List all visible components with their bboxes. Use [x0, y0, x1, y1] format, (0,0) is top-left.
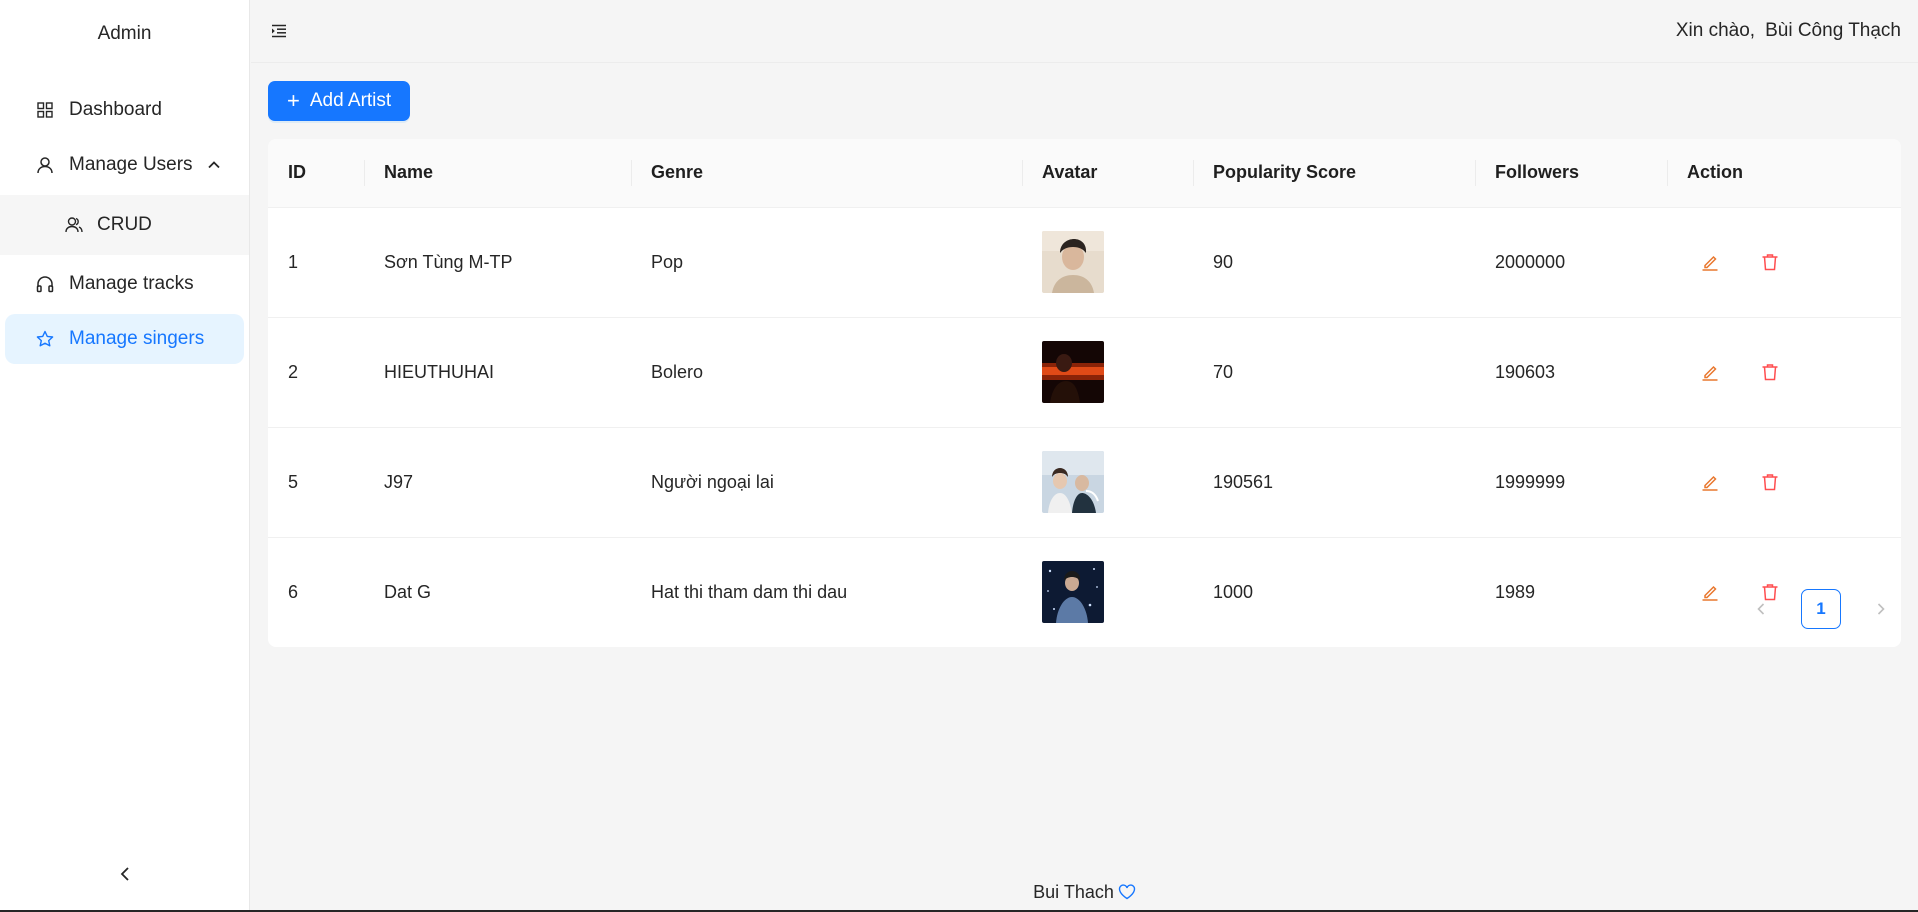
artist-avatar — [1042, 561, 1104, 624]
sidebar-item-label: Manage Users — [69, 154, 193, 175]
team-icon — [64, 215, 84, 235]
column-header-avatar: Avatar — [1022, 139, 1193, 208]
column-header-genre: Genre — [631, 139, 1022, 208]
artist-avatar — [1042, 451, 1104, 513]
plus-icon: + — [287, 88, 300, 113]
cell-id: 6 — [288, 581, 299, 602]
main-content: + Add Artist ID Name Genre Avatar Popula… — [268, 81, 1901, 647]
cell-actions — [1667, 207, 1901, 318]
dashboard-icon — [34, 99, 56, 121]
table-row: 6 Dat G Hat thi tham dam thi dau 1000 19… — [268, 537, 1901, 647]
artist-avatar — [1042, 341, 1104, 403]
table-row: 5 J97 Người ngoại lai 190561 1999999 — [268, 427, 1901, 538]
cell-avatar — [1022, 317, 1193, 428]
footer: Bui Thach — [251, 872, 1918, 912]
cell-genre: Pop — [631, 207, 1022, 318]
pagination-page-current[interactable]: 1 — [1801, 589, 1841, 629]
pagination-next-button[interactable] — [1861, 589, 1901, 629]
add-artist-label: Add Artist — [309, 90, 392, 111]
column-header-popularity: Popularity Score — [1193, 139, 1475, 208]
cell-id: 2 — [268, 317, 364, 428]
cell-avatar — [1022, 537, 1193, 647]
column-header-id: ID — [268, 139, 364, 208]
cell-actions — [1667, 317, 1901, 428]
user-name[interactable]: Bùi Công Thạch — [1765, 20, 1901, 41]
table-header-row: ID Name Genre Avatar Popularity Score Fo… — [268, 139, 1901, 208]
sidebar-item-manage-users[interactable]: Manage Users — [5, 140, 244, 190]
table-row: 2 HIEUTHUHAI Bolero 70 190603 — [268, 317, 1901, 428]
cell-popularity: 190561 — [1193, 427, 1475, 538]
delete-icon[interactable] — [1759, 471, 1781, 493]
cell-popularity: 70 — [1193, 317, 1475, 428]
cell-name: Sơn Tùng M-TP — [364, 207, 631, 318]
sidebar-item-manage-singers[interactable]: Manage singers — [5, 314, 244, 364]
chevron-right-icon — [1877, 603, 1885, 615]
column-header-action: Action — [1667, 139, 1901, 208]
chevron-left-icon — [1757, 603, 1765, 615]
edit-icon[interactable] — [1699, 251, 1721, 273]
sidebar: Admin Dashboard Manage Users CRUD Manage… — [0, 0, 250, 912]
add-artist-button[interactable]: + Add Artist — [268, 81, 411, 121]
sidebar-item-crud[interactable]: CRUD — [0, 195, 249, 255]
cell-popularity: 90 — [1193, 207, 1475, 318]
sidebar-item-label: CRUD — [97, 214, 152, 235]
cell-id: 5 — [268, 427, 364, 538]
cell-genre: Người ngoại lai — [631, 427, 1022, 538]
column-header-name: Name — [364, 139, 631, 208]
cell-name: HIEUTHUHAI — [364, 317, 631, 428]
sidebar-collapse-button[interactable] — [0, 856, 250, 896]
cell-genre: Bolero — [631, 317, 1022, 428]
chevron-up-icon — [206, 157, 222, 173]
cell-id: 1 — [268, 207, 364, 318]
pagination-prev-button[interactable] — [1741, 589, 1781, 629]
delete-icon[interactable] — [1759, 361, 1781, 383]
cell-avatar — [1022, 207, 1193, 318]
cell-name: J97 — [364, 427, 631, 538]
cell-popularity: 1000 — [1213, 581, 1254, 602]
footer-text: Bui Thach — [1033, 881, 1114, 902]
cell-actions — [1667, 427, 1901, 538]
cell-name: Dat G — [384, 581, 432, 602]
artists-table: ID Name Genre Avatar Popularity Score Fo… — [268, 139, 1901, 647]
sidebar-item-label: Manage singers — [69, 328, 205, 349]
user-icon — [34, 154, 56, 176]
edit-icon[interactable] — [1699, 581, 1721, 603]
chevron-left-icon — [118, 866, 132, 887]
cell-followers: 190603 — [1475, 317, 1667, 428]
greeting-text: Xin chào, — [1675, 20, 1756, 41]
sidebar-item-label: Manage tracks — [69, 273, 194, 294]
edit-icon[interactable] — [1699, 471, 1721, 493]
cell-avatar — [1022, 427, 1193, 538]
top-header: Xin chào, Bùi Công Thạch — [251, 0, 1918, 63]
edit-icon[interactable] — [1699, 361, 1721, 383]
menu-fold-icon[interactable] — [268, 20, 290, 42]
artist-avatar — [1042, 231, 1104, 293]
sidebar-item-dashboard[interactable]: Dashboard — [5, 85, 244, 135]
star-icon — [34, 328, 56, 350]
table-row: 1 Sơn Tùng M-TP Pop 90 2000000 — [268, 207, 1901, 318]
headphones-icon — [34, 273, 56, 295]
sidebar-menu: Dashboard Manage Users CRUD Manage track… — [0, 68, 249, 364]
cell-followers: 1999999 — [1475, 427, 1667, 538]
pagination: 1 — [1741, 589, 1901, 629]
cell-followers: 2000000 — [1475, 207, 1667, 318]
user-greeting: Xin chào, Bùi Công Thạch — [1676, 20, 1901, 42]
cell-genre: Hat thi tham dam thi dau — [651, 581, 848, 602]
delete-icon[interactable] — [1759, 251, 1781, 273]
heart-icon — [1118, 884, 1136, 900]
cell-followers: 1989 — [1495, 581, 1536, 602]
app-root: Admin Dashboard Manage Users CRUD Manage… — [0, 0, 1918, 912]
brand-title: Admin — [97, 23, 152, 44]
column-header-followers: Followers — [1475, 139, 1667, 208]
sidebar-item-label: Dashboard — [69, 99, 162, 120]
sidebar-item-manage-tracks[interactable]: Manage tracks — [5, 259, 244, 309]
